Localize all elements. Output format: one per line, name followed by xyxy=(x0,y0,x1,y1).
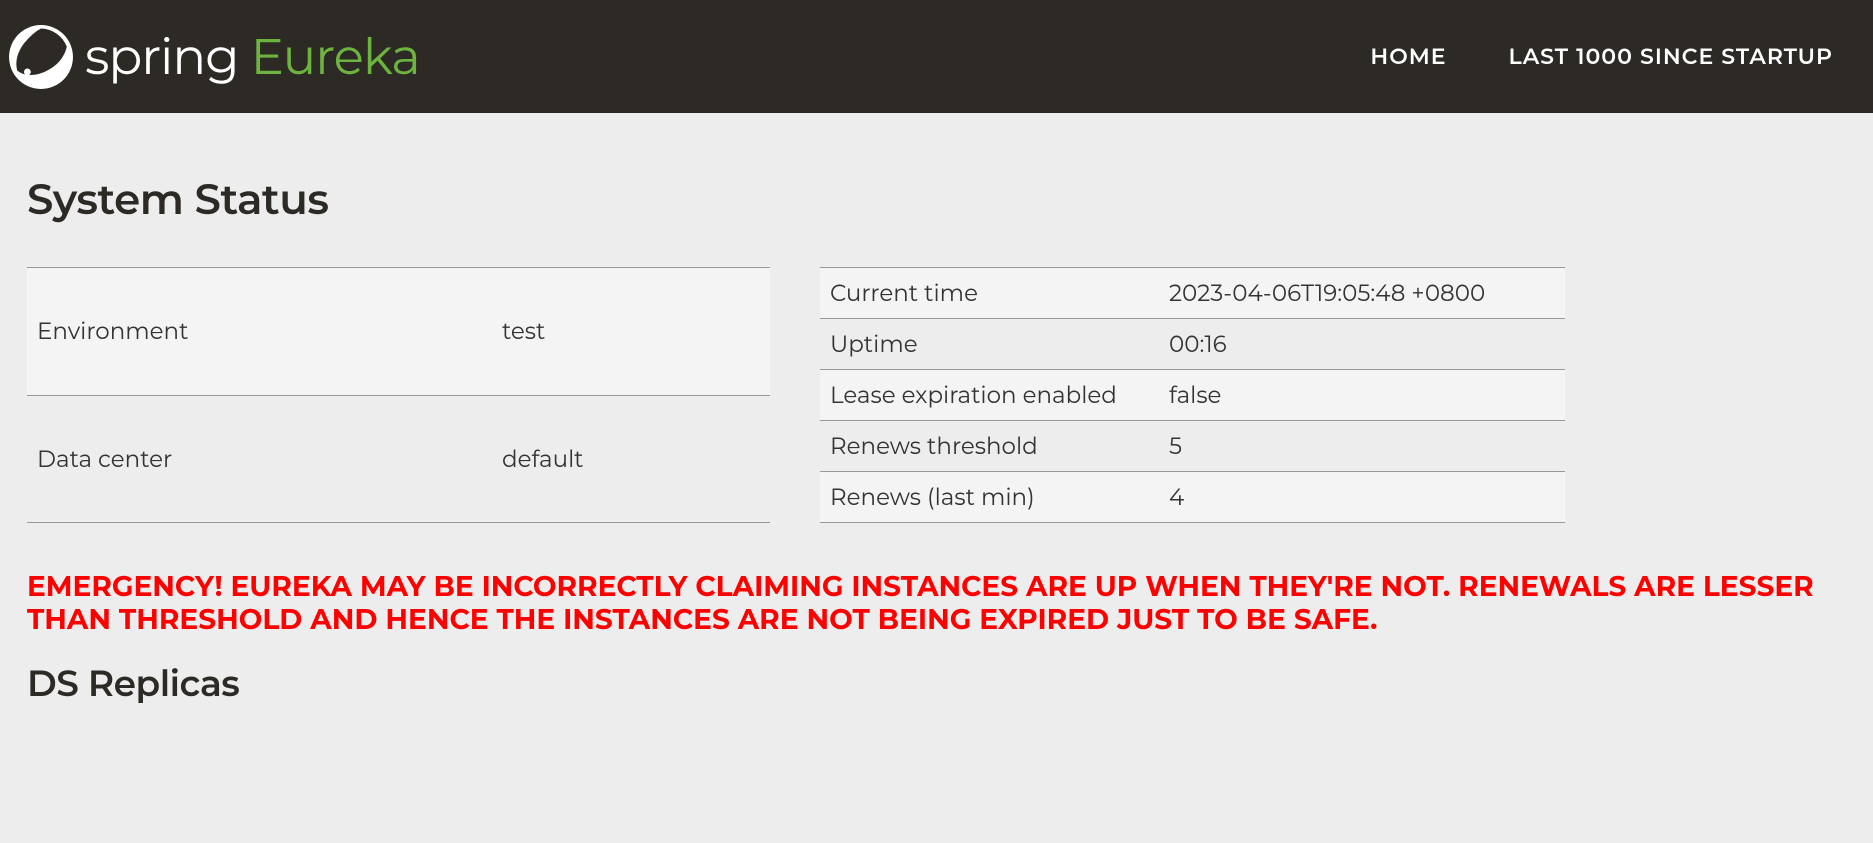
status-label: Lease expiration enabled xyxy=(820,370,1159,421)
status-label: Data center xyxy=(27,395,492,523)
table-row: Environmenttest xyxy=(27,268,770,396)
nav-links: HOME LAST 1000 SINCE STARTUP xyxy=(1370,43,1863,70)
status-label: Renews (last min) xyxy=(820,472,1159,523)
status-table-left: EnvironmenttestData centerdefault xyxy=(27,267,770,523)
ds-replicas-heading: DS Replicas xyxy=(27,662,1846,706)
status-label: Environment xyxy=(27,268,492,396)
status-value: 4 xyxy=(1159,472,1565,523)
status-label: Uptime xyxy=(820,319,1159,370)
status-value: 2023-04-06T19:05:48 +0800 xyxy=(1159,268,1565,319)
brand-spring-label: spring xyxy=(85,26,238,87)
brand-text: spring Eureka xyxy=(85,26,420,87)
status-right-body: Current time2023-04-06T19:05:48 +0800Upt… xyxy=(820,268,1565,523)
status-value: default xyxy=(492,395,770,523)
brand-eureka-label: Eureka xyxy=(251,26,420,87)
status-label: Renews threshold xyxy=(820,421,1159,472)
table-row: Uptime00:16 xyxy=(820,319,1565,370)
spring-logo-icon xyxy=(7,23,75,91)
status-value: 00:16 xyxy=(1159,319,1565,370)
nav-home-link[interactable]: HOME xyxy=(1370,43,1446,70)
table-row: Current time2023-04-06T19:05:48 +0800 xyxy=(820,268,1565,319)
content: System Status EnvironmenttestData center… xyxy=(0,113,1873,768)
status-value: false xyxy=(1159,370,1565,421)
emergency-message: EMERGENCY! EUREKA MAY BE INCORRECTLY CLA… xyxy=(27,571,1846,637)
status-tables-row: EnvironmenttestData centerdefault Curren… xyxy=(27,267,1846,523)
table-row: Renews (last min)4 xyxy=(820,472,1565,523)
status-table-right: Current time2023-04-06T19:05:48 +0800Upt… xyxy=(820,267,1565,523)
status-left-body: EnvironmenttestData centerdefault xyxy=(27,268,770,523)
navbar: spring Eureka HOME LAST 1000 SINCE START… xyxy=(0,0,1873,113)
table-row: Renews threshold5 xyxy=(820,421,1565,472)
brand[interactable]: spring Eureka xyxy=(7,23,420,91)
system-status-heading: System Status xyxy=(27,173,1846,225)
status-label: Current time xyxy=(820,268,1159,319)
nav-last1000-link[interactable]: LAST 1000 SINCE STARTUP xyxy=(1509,43,1834,70)
table-row: Data centerdefault xyxy=(27,395,770,523)
status-value: test xyxy=(492,268,770,396)
status-value: 5 xyxy=(1159,421,1565,472)
table-row: Lease expiration enabledfalse xyxy=(820,370,1565,421)
